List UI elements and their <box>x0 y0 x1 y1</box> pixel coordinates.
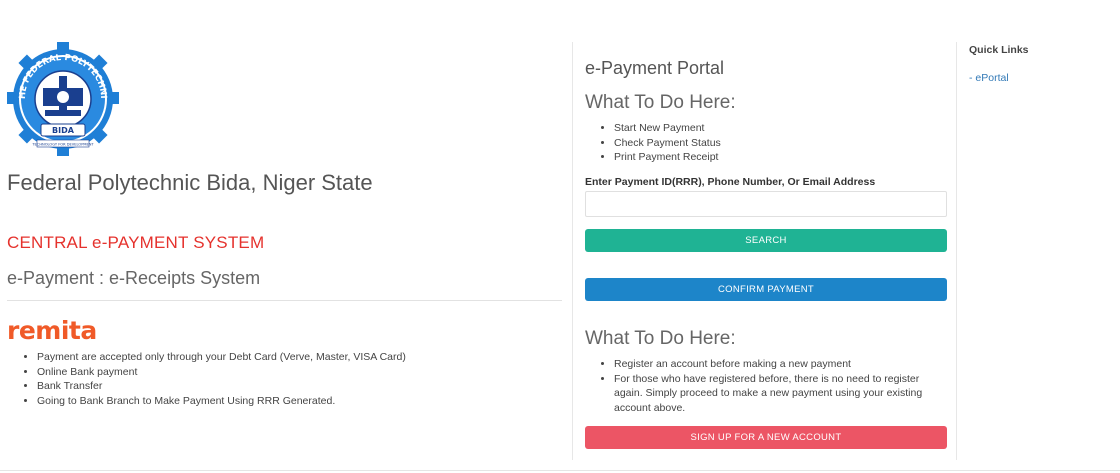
portal-title: e-Payment Portal <box>585 58 725 78</box>
eportal-link[interactable]: - ePortal <box>969 72 1114 84</box>
search-label: Enter Payment ID(RRR), Phone Number, Or … <box>585 176 876 188</box>
list-item: Check Payment Status <box>614 136 947 151</box>
list-item: Going to Bank Branch to Make Payment Usi… <box>37 394 406 409</box>
polytechnic-logo: THE FEDERAL POLYTECHNIC BIDA TECHNOLOGY … <box>7 40 119 156</box>
svg-text:BIDA: BIDA <box>52 126 75 135</box>
svg-text:TECHNOLOGY FOR DEVELOPMENT: TECHNOLOGY FOR DEVELOPMENT <box>31 143 94 147</box>
list-item: Register an account before making a new … <box>614 357 940 372</box>
list-item: Bank Transfer <box>37 379 406 394</box>
todo-list: Start New Payment Check Payment Status P… <box>585 121 947 165</box>
footer-divider <box>0 470 1120 471</box>
list-item: Online Bank payment <box>37 365 406 380</box>
system-subtitle: e-Payment : e-Receipts System <box>7 268 261 288</box>
todo-list-2: Register an account before making a new … <box>585 357 940 415</box>
system-title: CENTRAL e-PAYMENT SYSTEM <box>7 233 265 252</box>
quick-links-title: Quick Links <box>969 44 1029 56</box>
institution-name: Federal Polytechnic Bida, Niger State <box>7 170 373 195</box>
remita-logo: remita <box>7 316 97 345</box>
sign-up-button[interactable]: SIGN UP FOR A NEW ACCOUNT <box>585 426 947 449</box>
payment-methods-list: Payment are accepted only through your D… <box>37 350 406 408</box>
quick-links-panel: Quick Links - ePortal <box>969 44 1114 84</box>
payment-portal-panel: e-Payment Portal What To Do Here: Start … <box>572 42 957 460</box>
list-item: Payment are accepted only through your D… <box>37 350 406 365</box>
divider <box>7 300 562 301</box>
list-item: For those who have registered before, th… <box>614 372 940 416</box>
search-button[interactable]: SEARCH <box>585 229 947 252</box>
confirm-payment-button[interactable]: CONFIRM PAYMENT <box>585 278 947 301</box>
list-item: Start New Payment <box>614 121 947 136</box>
search-input[interactable] <box>585 191 947 217</box>
todo-heading: What To Do Here: <box>585 92 736 113</box>
list-item: Print Payment Receipt <box>614 150 947 165</box>
todo-heading-2: What To Do Here: <box>585 328 736 349</box>
